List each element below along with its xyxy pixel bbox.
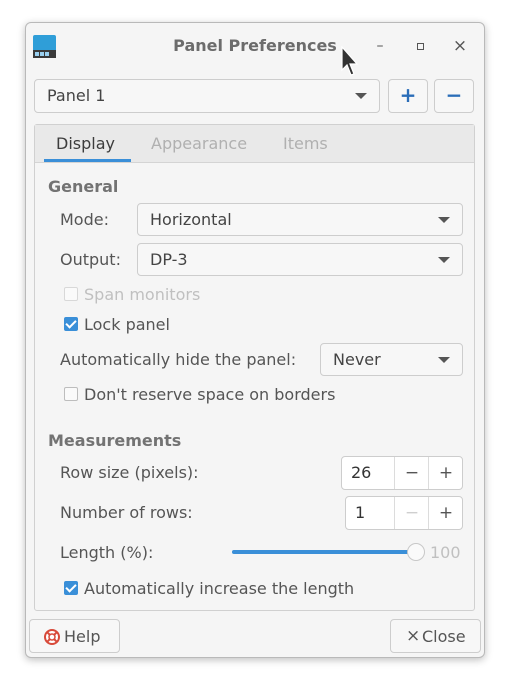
panel-preferences-window: Panel Preferences – × Panel 1 + − Displa… bbox=[25, 22, 485, 658]
chevron-down-icon bbox=[438, 217, 450, 223]
row-size-decrement-button[interactable]: − bbox=[394, 457, 429, 489]
number-of-rows-value[interactable]: 1 bbox=[355, 503, 365, 522]
output-label: Output: bbox=[60, 250, 121, 269]
close-window-button[interactable]: × bbox=[449, 35, 471, 57]
maximize-icon bbox=[416, 42, 424, 50]
chevron-down-icon bbox=[438, 257, 450, 263]
active-tab-indicator bbox=[44, 159, 131, 162]
span-monitors-label: Span monitors bbox=[84, 285, 201, 304]
autohide-label: Automatically hide the panel: bbox=[60, 350, 297, 369]
minimize-button[interactable]: – bbox=[369, 35, 391, 57]
close-icon: × bbox=[406, 626, 421, 646]
panel-select[interactable]: Panel 1 bbox=[34, 79, 380, 113]
dont-reserve-space-label[interactable]: Don't reserve space on borders bbox=[84, 385, 335, 404]
auto-increase-length-label[interactable]: Automatically increase the length bbox=[84, 579, 354, 598]
tab-display[interactable]: Display bbox=[56, 134, 115, 153]
autohide-select-value: Never bbox=[333, 350, 381, 369]
row-size-spinner[interactable]: 26 − + bbox=[341, 456, 463, 490]
row-size-label: Row size (pixels): bbox=[60, 463, 199, 482]
plus-icon: + bbox=[399, 83, 417, 107]
tab-appearance[interactable]: Appearance bbox=[151, 134, 247, 153]
length-label: Length (%): bbox=[60, 543, 154, 562]
lock-panel-label[interactable]: Lock panel bbox=[84, 315, 170, 334]
lock-panel-checkbox[interactable] bbox=[64, 317, 78, 331]
chevron-down-icon bbox=[438, 357, 450, 363]
chevron-down-icon bbox=[355, 93, 367, 99]
row-size-value[interactable]: 26 bbox=[351, 463, 371, 482]
close-button[interactable]: × Close bbox=[390, 619, 481, 653]
number-of-rows-spinner[interactable]: 1 − + bbox=[345, 496, 463, 530]
rows-decrement-button[interactable]: − bbox=[394, 497, 429, 529]
auto-increase-length-checkbox[interactable] bbox=[64, 581, 78, 595]
help-button[interactable]: Help bbox=[29, 619, 120, 653]
maximize-button[interactable] bbox=[409, 35, 431, 57]
output-select[interactable]: DP-3 bbox=[137, 243, 463, 276]
autohide-select[interactable]: Never bbox=[320, 343, 463, 376]
dont-reserve-space-checkbox[interactable] bbox=[64, 387, 78, 401]
mouse-cursor-icon bbox=[341, 46, 359, 76]
mode-label: Mode: bbox=[60, 210, 109, 229]
measurements-heading: Measurements bbox=[48, 431, 182, 450]
length-value: 100 bbox=[430, 543, 461, 562]
length-slider-handle[interactable] bbox=[407, 543, 425, 561]
add-panel-button[interactable]: + bbox=[388, 79, 428, 113]
length-slider-fill bbox=[232, 550, 418, 554]
general-heading: General bbox=[48, 177, 119, 196]
close-icon: × bbox=[452, 36, 468, 56]
rows-increment-button[interactable]: + bbox=[428, 497, 463, 529]
titlebar[interactable]: Panel Preferences – × bbox=[26, 23, 484, 67]
minimize-icon: – bbox=[376, 38, 384, 54]
row-size-increment-button[interactable]: + bbox=[428, 457, 463, 489]
close-label: Close bbox=[422, 627, 466, 646]
tab-bar: Display Appearance Items bbox=[35, 125, 474, 163]
tab-items[interactable]: Items bbox=[283, 134, 328, 153]
panel-select-value: Panel 1 bbox=[47, 86, 106, 105]
minus-icon: − bbox=[445, 83, 463, 107]
mode-select[interactable]: Horizontal bbox=[137, 203, 463, 236]
number-of-rows-label: Number of rows: bbox=[60, 503, 193, 522]
help-label: Help bbox=[64, 627, 101, 646]
mode-select-value: Horizontal bbox=[150, 210, 232, 229]
remove-panel-button[interactable]: − bbox=[434, 79, 474, 113]
output-select-value: DP-3 bbox=[150, 250, 188, 269]
help-lifebuoy-icon bbox=[44, 629, 60, 645]
preferences-notebook: Display Appearance Items General Mode: H… bbox=[34, 124, 475, 611]
span-monitors-checkbox[interactable] bbox=[64, 287, 78, 301]
